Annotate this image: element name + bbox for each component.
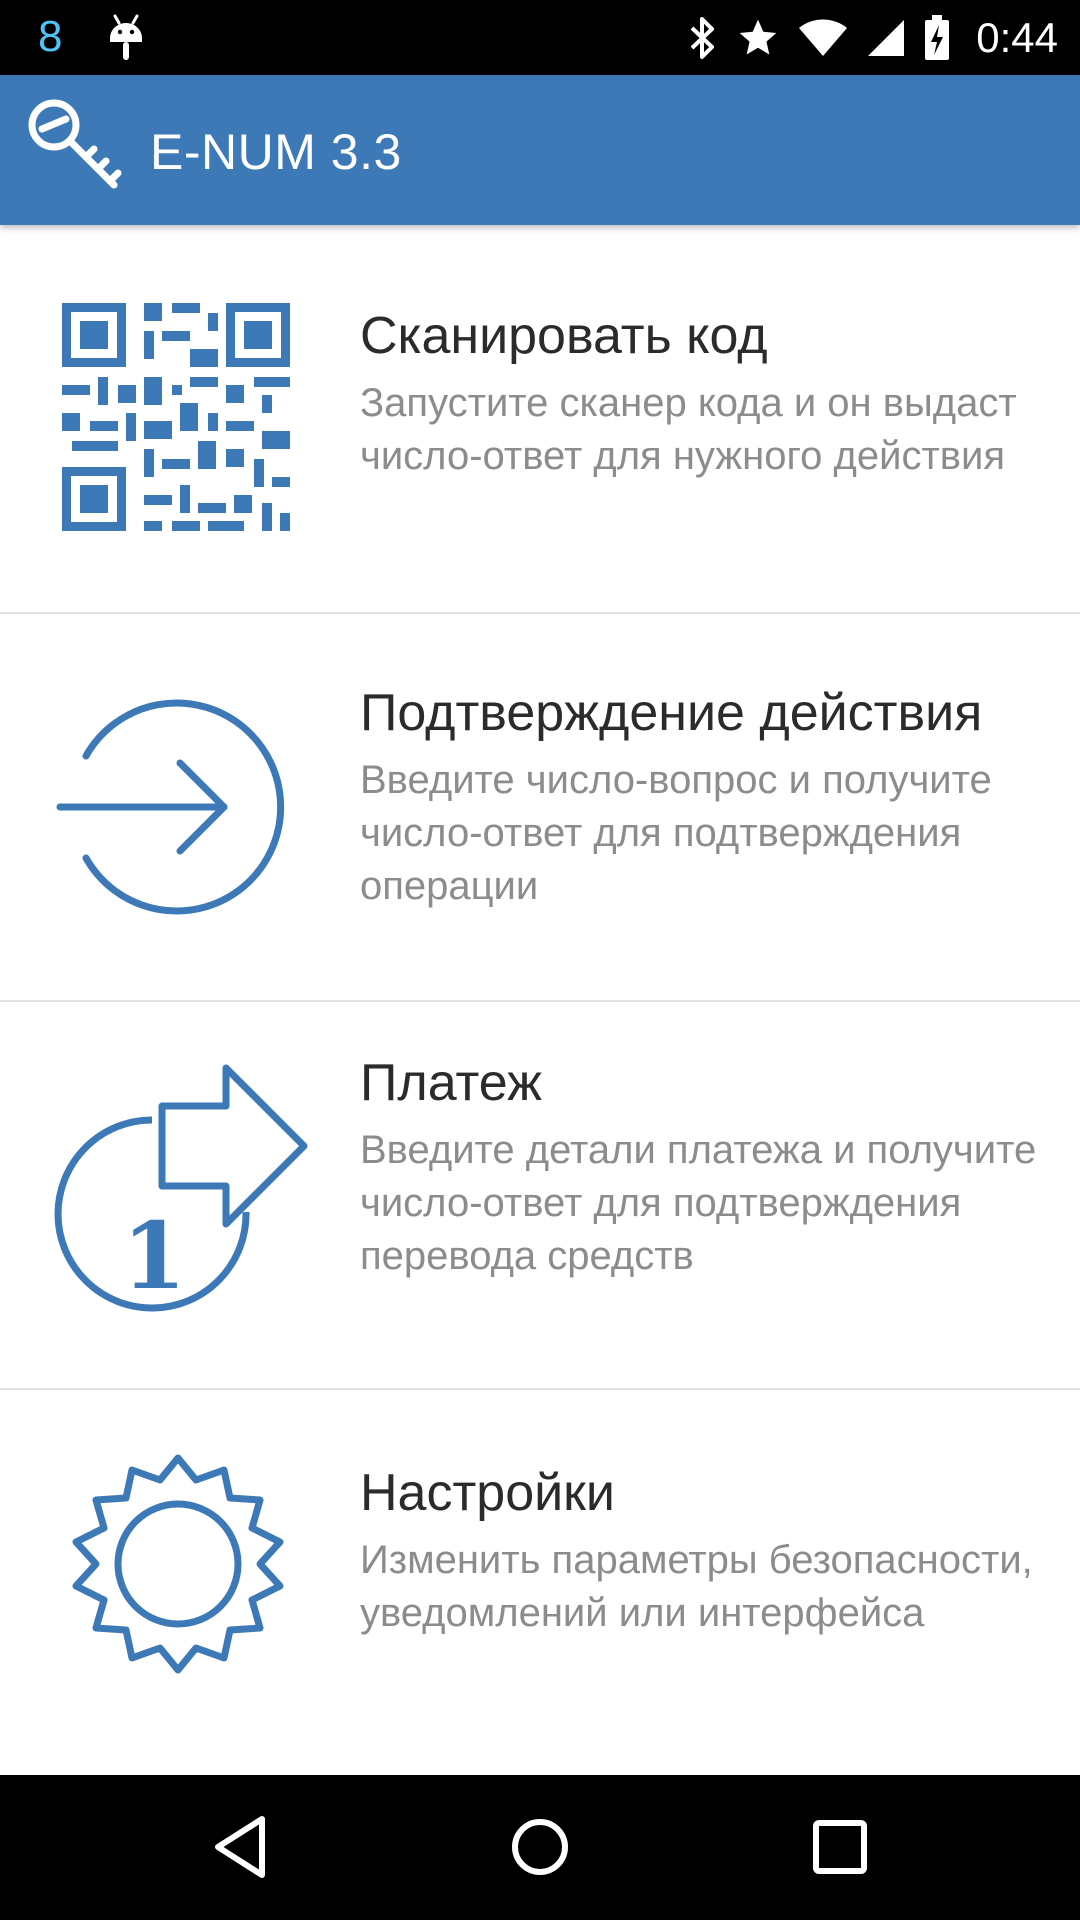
android-icon [110, 14, 142, 60]
bluetooth-icon [690, 16, 715, 59]
recents-icon[interactable] [804, 1811, 876, 1883]
sign-in-icon [56, 699, 285, 915]
menu-item-title: Подтверждение действия [360, 684, 983, 742]
notification-count: 8 [38, 12, 63, 61]
menu-list: Сканировать код Запустите сканер кода и … [0, 225, 1080, 1775]
menu-item-scan-code[interactable]: Сканировать код Запустите сканер кода и … [0, 225, 1080, 614]
menu-item-description: Введите число-вопрос и получите число-от… [360, 758, 992, 908]
menu-item-text: Подтверждение действия Введите число-воп… [360, 680, 1050, 913]
menu-item-title: Платеж [360, 1054, 542, 1112]
navigation-bar [0, 1775, 1080, 1920]
home-icon[interactable] [504, 1811, 576, 1883]
key-logo-icon [28, 99, 122, 189]
menu-item-description: Введите детали платежа и получите число-… [360, 1128, 1037, 1278]
menu-item-confirm-action[interactable]: Подтверждение действия Введите число-воп… [0, 614, 1080, 1002]
menu-item-text: Платеж Введите детали платежа и получите… [360, 1050, 1050, 1283]
back-icon[interactable] [206, 1811, 278, 1883]
battery-icon [925, 14, 950, 60]
app-bar: E-NUM 3.3 [0, 75, 1080, 225]
menu-item-description: Изменить параметры безопасности, уведомл… [360, 1538, 1033, 1635]
menu-item-text: Настройки Изменить параметры безопасност… [360, 1460, 1050, 1640]
menu-item-description: Запустите сканер кода и он выдаст число-… [360, 381, 1017, 478]
menu-item-payment[interactable]: 1 Платеж Введите детали платежа и получи… [0, 1002, 1080, 1390]
menu-item-title: Настройки [360, 1464, 615, 1522]
qr-code-icon [62, 303, 290, 531]
menu-item-text: Сканировать код Запустите сканер кода и … [360, 303, 1050, 483]
gear-icon [72, 1454, 284, 1674]
menu-item-title: Сканировать код [360, 307, 768, 365]
status-bar: 8 0:44 [0, 0, 1080, 75]
payment-number-glyph: 1 [122, 1202, 186, 1310]
signal-icon [868, 19, 905, 56]
menu-item-settings[interactable]: Настройки Изменить параметры безопасност… [0, 1390, 1080, 1775]
star-icon [739, 19, 777, 55]
clock: 0:44 [976, 13, 1058, 61]
app-title: E-NUM 3.3 [150, 124, 402, 180]
wifi-icon [799, 18, 848, 56]
